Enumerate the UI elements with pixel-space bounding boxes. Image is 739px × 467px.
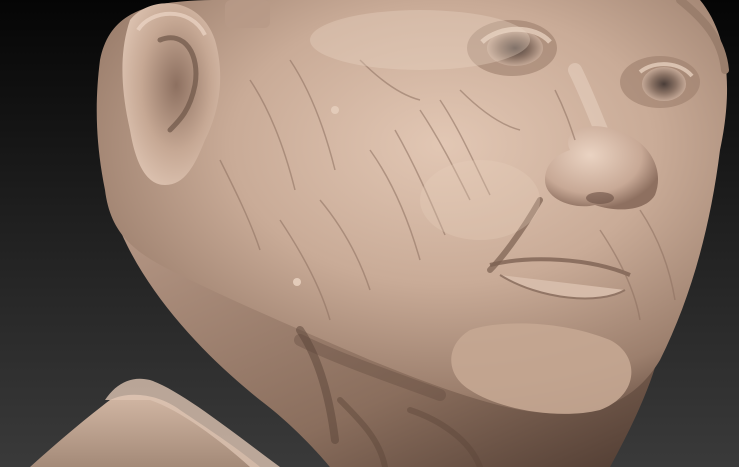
- sculpt-viewport[interactable]: [0, 0, 739, 467]
- right-eye: [642, 67, 686, 101]
- skin-bump-1: [331, 106, 339, 114]
- temple-detail: [225, 0, 270, 28]
- nostril: [586, 192, 614, 204]
- sculpt-render: [30, 0, 729, 467]
- cheek-highlight: [420, 160, 540, 240]
- skin-bump-2: [293, 278, 301, 286]
- forehead-highlight: [310, 10, 530, 70]
